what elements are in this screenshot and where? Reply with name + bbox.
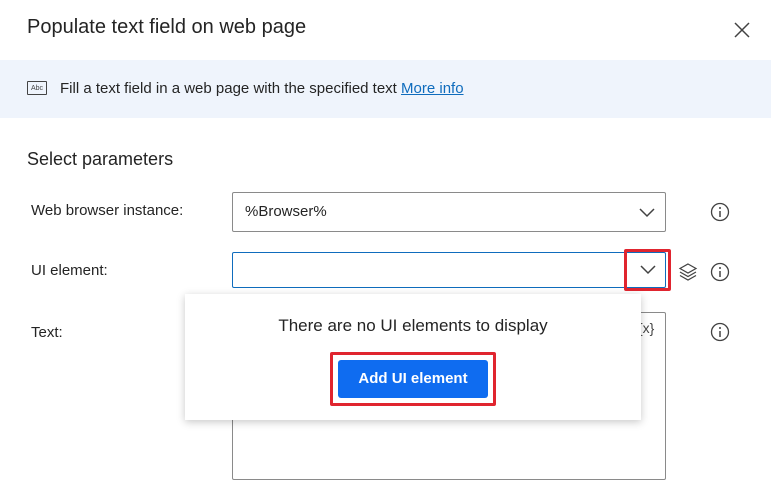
banner-text: Fill a text field in a web page with the… [60,80,464,97]
add-ui-element-button[interactable]: Add UI element [338,360,488,398]
info-icon[interactable] [710,262,730,282]
dropdown-toggle-highlight[interactable] [624,249,671,291]
text-label: Text: [31,324,63,341]
layers-icon[interactable] [678,262,698,282]
close-icon [734,22,750,38]
text-field-icon: Abc [27,81,47,95]
empty-message: There are no UI elements to display [278,316,548,335]
dialog-title: Populate text field on web page [27,16,307,38]
info-icon[interactable] [710,202,730,222]
ui-element-dropdown: There are no UI elements to display Add … [185,294,641,420]
ui-element-label: UI element: [31,262,108,279]
chevron-down-icon [639,208,655,218]
browser-select[interactable]: %Browser% [232,192,666,232]
section-title: Select parameters [27,149,174,169]
browser-value: %Browser% [245,203,327,220]
chevron-down-icon [640,265,656,275]
browser-label: Web browser instance: [31,202,184,219]
close-button[interactable] [730,18,754,42]
banner-description: Fill a text field in a web page with the… [60,80,402,97]
more-info-link[interactable]: More info [401,80,464,97]
ui-element-select[interactable] [232,252,666,288]
info-icon[interactable] [710,322,730,342]
